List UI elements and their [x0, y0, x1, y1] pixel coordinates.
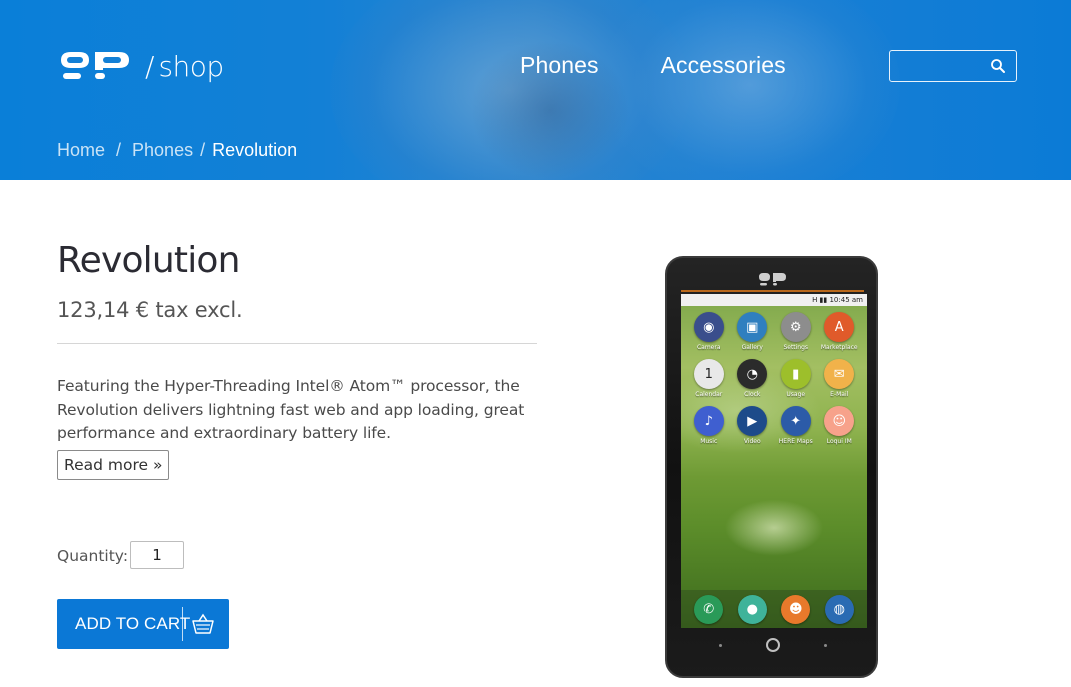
read-more-button[interactable]: Read more »: [57, 450, 170, 480]
phone-app-label: Marketplace: [820, 344, 858, 351]
phone-call-icon: ✆: [694, 594, 724, 624]
marketplace-icon: A: [824, 312, 855, 342]
phone-app-label: Calendar: [695, 391, 723, 398]
phone-accent-line: [681, 290, 864, 292]
phone-app: ⚙ Settings: [774, 312, 818, 351]
phone-app-label: Video: [743, 438, 761, 445]
phone-screen: H ▮▮ 10:45 am ◉ Camera ▣ Gallery ⚙ Settings A M…: [681, 294, 867, 628]
banner-photo-blur: [600, 0, 900, 180]
breadcrumb-separator: /: [200, 140, 206, 160]
search-icon[interactable]: [990, 58, 1006, 74]
phone-app: ▮ Usage: [774, 359, 818, 398]
nav-accessories[interactable]: Accessories: [661, 52, 786, 79]
product-price: 123,14 € tax excl.: [57, 298, 243, 322]
clock-icon: ◔: [737, 359, 768, 389]
quantity-label: Quantity:: [57, 547, 129, 565]
phone-app-label: Music: [700, 438, 718, 445]
messages-icon: ●: [737, 594, 767, 624]
gallery-icon: ▣: [737, 312, 768, 342]
camera-icon: ◉: [693, 312, 724, 342]
maps-icon: ✦: [780, 406, 811, 436]
phone-app-label: Usage: [786, 391, 806, 398]
breadcrumb-separator: /: [116, 140, 122, 160]
phone-app: ▶ Video: [731, 406, 775, 445]
phone-app-label: Camera: [696, 344, 721, 351]
music-icon: ♪: [693, 406, 724, 436]
phone-app: ✉ E-Mail: [818, 359, 862, 398]
product-title: Revolution: [57, 240, 240, 281]
phone-app: ◔ Clock: [731, 359, 775, 398]
phone-app: ☺ Loqui IM: [818, 406, 862, 445]
divider: [57, 343, 537, 344]
header-banner: / shop Phones Accessories Home / Phones …: [0, 0, 1071, 180]
add-to-cart-label: ADD TO CART: [75, 614, 191, 633]
phone-brand-logo-icon: [759, 273, 786, 286]
geeksphone-logo-icon: [61, 52, 129, 79]
contacts-icon: ☻: [781, 594, 811, 624]
search-input[interactable]: [896, 55, 984, 77]
add-to-cart-button[interactable]: ADD TO CART: [57, 599, 229, 649]
product-image-phone[interactable]: H ▮▮ 10:45 am ◉ Camera ▣ Gallery ⚙ Settings A M…: [665, 256, 878, 678]
quantity-input[interactable]: [130, 541, 184, 569]
phone-app-label: Settings: [783, 344, 809, 351]
calendar-icon: 1: [693, 359, 724, 389]
settings-icon: ⚙: [780, 312, 811, 342]
phone-app: ✦ HERE Maps: [774, 406, 818, 445]
search-box: [889, 50, 1017, 82]
phone-back-dot: [719, 644, 722, 647]
app-grid: ◉ Camera ▣ Gallery ⚙ Settings A Marketplace 1 Cal…: [687, 312, 861, 445]
logo-slash: /: [145, 49, 155, 83]
nav-phones[interactable]: Phones: [520, 52, 599, 79]
breadcrumb-current: Revolution: [212, 140, 298, 160]
basket-icon: [192, 613, 214, 634]
phone-app: ♪ Music: [687, 406, 731, 445]
breadcrumb-phones[interactable]: Phones: [132, 140, 193, 161]
phone-app: ▣ Gallery: [731, 312, 775, 351]
email-icon: ✉: [824, 359, 855, 389]
phone-menu-dot: [824, 644, 827, 647]
site-logo[interactable]: / shop: [57, 46, 224, 86]
phone-app-label: Clock: [744, 391, 761, 398]
usage-icon: ▮: [780, 359, 811, 389]
phone-app-label: Loqui IM: [826, 438, 852, 445]
phone-app: 1 Calendar: [687, 359, 731, 398]
phone-app-label: Gallery: [741, 344, 763, 351]
app-dock: ✆ ● ☻ ◍: [681, 590, 867, 628]
main-nav: Phones Accessories: [520, 52, 786, 79]
phone-app: A Marketplace: [818, 312, 862, 351]
logo-text: shop: [158, 49, 224, 83]
phone-statusbar: H ▮▮ 10:45 am: [681, 294, 867, 306]
browser-icon: ◍: [824, 594, 854, 624]
phone-home-button: [766, 638, 780, 652]
phone-app-label: E-Mail: [830, 391, 849, 398]
product-description: Featuring the Hyper-Threading Intel® Ato…: [57, 377, 525, 442]
breadcrumb: Home / Phones / Revolution: [57, 140, 297, 161]
loqui-icon: ☺: [824, 406, 855, 436]
phone-app-label: HERE Maps: [778, 438, 813, 445]
button-divider: [182, 607, 183, 641]
breadcrumb-home[interactable]: Home: [57, 140, 105, 161]
video-icon: ▶: [737, 406, 768, 436]
phone-app: ◉ Camera: [687, 312, 731, 351]
